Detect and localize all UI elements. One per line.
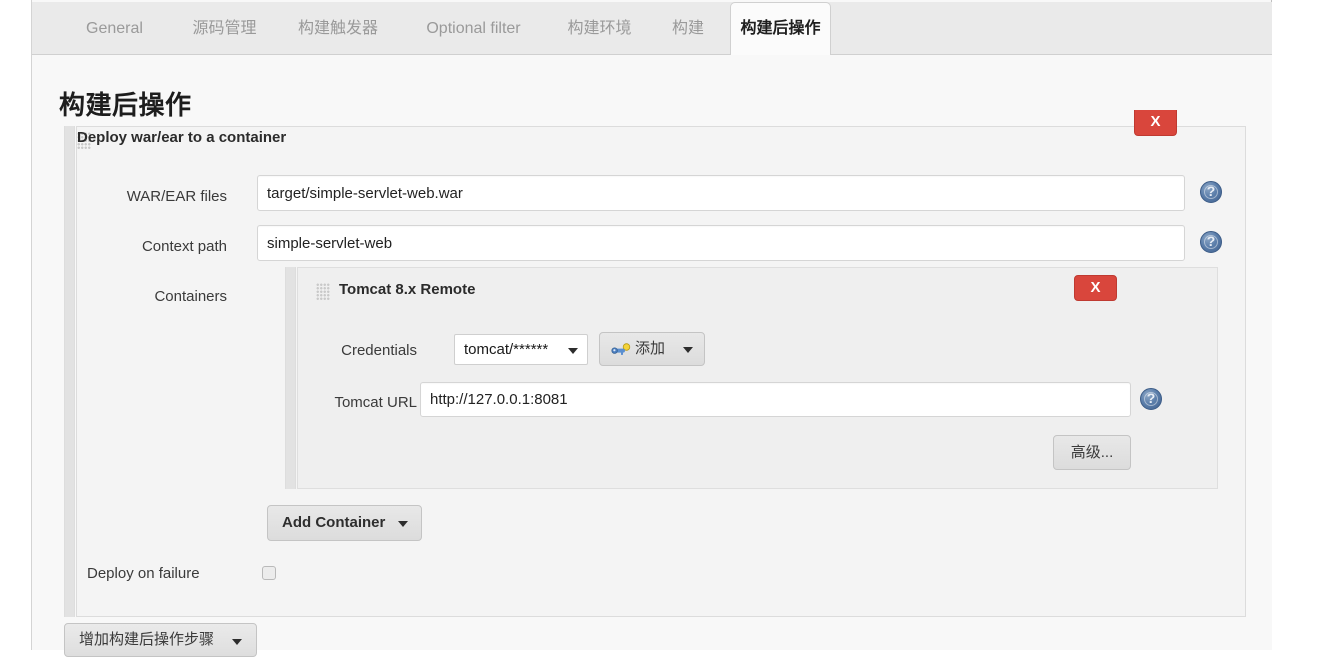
tab-build[interactable]: 构建 [657,2,719,55]
post-build-step-drag-handle[interactable] [64,126,75,617]
remove-container-button[interactable]: X [1074,275,1117,301]
remove-label: X [1090,279,1101,296]
content-column: General 源码管理 构建触发器 Optional filter 构建环境 … [31,0,1272,657]
tab-label: General [86,20,143,37]
tab-build-triggers[interactable]: 构建触发器 [282,2,394,55]
config-tab-bar: General 源码管理 构建触发器 Optional filter 构建环境 … [32,2,1272,55]
tab-label: Optional filter [426,20,521,37]
remove-label: X [1150,113,1161,130]
war-ear-files-help-icon[interactable] [1200,181,1222,203]
advanced-label: 高级... [1070,444,1114,461]
chevron-down-icon [398,521,408,527]
add-post-build-step-label: 增加构建后操作步骤 [79,631,215,648]
tomcat-url-input[interactable] [420,382,1131,417]
add-container-label: Add Container [282,514,386,531]
add-credentials-button[interactable]: 添加 [599,332,705,366]
tab-label: 构建触发器 [297,20,378,37]
jenkins-job-config-page: General 源码管理 构建触发器 Optional filter 构建环境 … [0,0,1334,657]
deploy-on-failure-checkbox[interactable] [262,566,276,580]
tab-label: 构建后操作 [740,20,821,37]
chevron-down-icon [232,639,242,645]
chevron-down-icon [683,347,693,353]
container-title: Tomcat 8.x Remote [339,281,476,298]
credentials-select[interactable]: tomcat/****** [454,334,588,365]
tomcat-url-label: Tomcat URL [334,394,417,411]
tab-panel-post-build-actions: 构建后操作 X Deploy war/ear to a container WA… [32,55,1272,657]
tab-post-build-actions[interactable]: 构建后操作 [730,2,831,55]
key-icon [611,343,631,355]
war-ear-files-input[interactable] [257,175,1185,211]
tab-label: 构建 [671,20,704,37]
tab-label: 构建环境 [567,20,632,37]
remove-post-build-step-button[interactable]: X [1134,110,1177,136]
add-credentials-label: 添加 [635,340,666,357]
post-build-step-title: Deploy war/ear to a container [77,129,287,146]
add-container-button[interactable]: Add Container [267,505,422,541]
deploy-on-failure-label: Deploy on failure [87,565,200,582]
page-title: 构建后操作 [59,90,192,121]
tab-label: 源码管理 [192,20,257,37]
chevron-down-icon [568,348,578,354]
containers-label: Containers [154,288,227,305]
container-drag-handle[interactable] [285,267,296,489]
tab-build-environment[interactable]: 构建环境 [552,2,647,55]
advanced-button[interactable]: 高级... [1053,435,1131,470]
credentials-label: Credentials [341,342,417,359]
add-post-build-step-button[interactable]: 增加构建后操作步骤 [64,623,257,657]
credentials-selected-value: tomcat/****** [464,341,549,358]
tomcat-url-help-icon[interactable] [1140,388,1162,410]
tab-optional-filter[interactable]: Optional filter [403,2,544,55]
context-path-input[interactable] [257,225,1185,261]
context-path-help-icon[interactable] [1200,231,1222,253]
tab-source-code-management[interactable]: 源码管理 [177,2,272,55]
tab-general[interactable]: General [69,2,160,55]
context-path-label: Context path [141,238,227,255]
war-ear-files-label: WAR/EAR files [126,188,227,205]
drag-dots-icon [316,283,330,300]
